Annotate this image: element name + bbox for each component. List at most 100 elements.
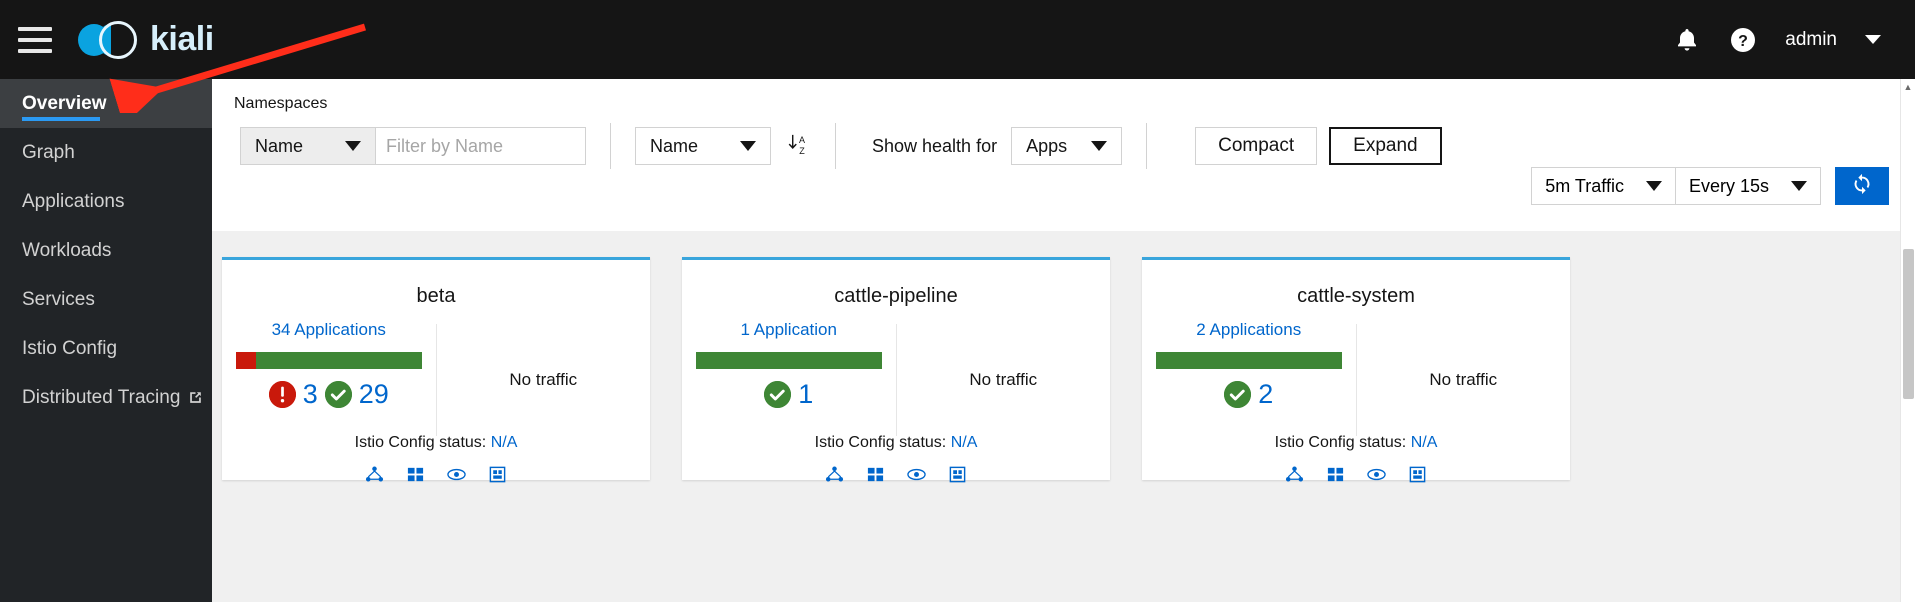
istio-config-value[interactable]: N/A bbox=[1411, 434, 1438, 451]
chevron-down-icon bbox=[1091, 141, 1108, 151]
applications-icon[interactable] bbox=[1326, 465, 1345, 489]
expand-button[interactable]: Expand bbox=[1329, 127, 1442, 165]
error-badge-icon bbox=[268, 381, 296, 408]
traffic-status: No traffic bbox=[1429, 370, 1498, 389]
sidebar-item-label: Services bbox=[22, 288, 95, 310]
namespace-card[interactable]: cattle-pipeline 1 Application 1 No traff… bbox=[682, 257, 1110, 483]
namespace-name: cattle-system bbox=[1297, 285, 1415, 307]
services-icon[interactable] bbox=[907, 465, 926, 489]
refresh-interval-dropdown[interactable]: Every 15s bbox=[1675, 167, 1821, 205]
svg-text:Z: Z bbox=[799, 146, 805, 156]
vertical-scrollbar[interactable]: ▲ bbox=[1900, 79, 1915, 602]
filter-type-value: Name bbox=[255, 135, 304, 156]
chevron-down-icon[interactable] bbox=[1865, 35, 1881, 44]
sidebar-item-services[interactable]: Services bbox=[0, 275, 212, 324]
applications-icon[interactable] bbox=[406, 465, 425, 489]
sidebar-item-label: Workloads bbox=[22, 239, 112, 261]
health-for-dropdown[interactable]: Apps bbox=[1011, 127, 1123, 165]
chevron-down-icon bbox=[1645, 181, 1662, 191]
refresh-button[interactable] bbox=[1835, 167, 1889, 205]
chevron-down-icon bbox=[345, 141, 361, 151]
toolbar-divider bbox=[610, 123, 611, 169]
graph-icon[interactable] bbox=[1285, 465, 1304, 489]
filter-type-dropdown[interactable]: Name bbox=[240, 127, 376, 165]
hamburger-icon[interactable] bbox=[18, 26, 52, 53]
sidebar-item-label: Overview bbox=[22, 92, 107, 114]
services-icon[interactable] bbox=[447, 465, 466, 489]
applications-link[interactable]: 34 Applications bbox=[272, 320, 386, 340]
istio-config-value[interactable]: N/A bbox=[951, 434, 978, 451]
traffic-range-dropdown[interactable]: 5m Traffic bbox=[1531, 167, 1676, 205]
refresh-interval-value: Every 15s bbox=[1688, 175, 1769, 196]
applications-link[interactable]: 2 Applications bbox=[1196, 320, 1301, 340]
sidebar-item-workloads[interactable]: Workloads bbox=[0, 226, 212, 275]
healthy-badge-icon bbox=[764, 381, 792, 408]
brand-logo[interactable]: kiali bbox=[78, 19, 214, 61]
sidebar-item-applications[interactable]: Applications bbox=[0, 177, 212, 226]
toolbar-divider bbox=[835, 123, 836, 169]
error-count: 3 bbox=[302, 379, 318, 409]
health-bar bbox=[1155, 352, 1342, 369]
traffic-status: No traffic bbox=[509, 370, 578, 389]
brand-name: kiali bbox=[150, 20, 214, 58]
traffic-range-value: 5m Traffic bbox=[1545, 175, 1624, 196]
sort-by-dropdown[interactable]: Name bbox=[635, 127, 771, 165]
filter-row: Name Name A Z Show health for Apps bbox=[212, 123, 1915, 169]
scrollbar-thumb[interactable] bbox=[1903, 249, 1914, 399]
sidebar-item-distributed-tracing[interactable]: Distributed Tracing bbox=[0, 373, 212, 422]
sidebar-item-istio-config[interactable]: Istio Config bbox=[0, 324, 212, 373]
time-controls: 5m Traffic Every 15s bbox=[1531, 167, 1889, 205]
workloads-icon[interactable] bbox=[488, 465, 507, 489]
username-label[interactable]: admin bbox=[1785, 29, 1837, 51]
workloads-icon[interactable] bbox=[948, 465, 967, 489]
namespace-card[interactable]: cattle-system 2 Applications 2 No traffi… bbox=[1142, 257, 1570, 483]
healthy-count: 1 bbox=[798, 379, 814, 409]
card-action-icons bbox=[222, 465, 650, 489]
istio-config-label: Istio Config status: bbox=[1274, 434, 1407, 451]
sidebar-item-label: Applications bbox=[22, 190, 125, 212]
sidebar-item-overview[interactable]: Overview bbox=[0, 79, 212, 128]
healthy-count: 29 bbox=[358, 379, 389, 409]
card-action-icons bbox=[682, 465, 1110, 489]
health-bar bbox=[695, 352, 882, 369]
sort-by-value: Name bbox=[650, 135, 699, 156]
istio-config-label: Istio Config status: bbox=[814, 434, 947, 451]
sidebar-item-label: Istio Config bbox=[22, 337, 118, 359]
namespace-card[interactable]: beta 34 Applications 3 29 No traffic Ist… bbox=[222, 257, 650, 483]
istio-config-label: Istio Config status: bbox=[354, 434, 487, 451]
applications-link[interactable]: 1 Application bbox=[741, 320, 837, 340]
graph-icon[interactable] bbox=[825, 465, 844, 489]
namespaces-label: Namespaces bbox=[234, 95, 328, 112]
svg-text:?: ? bbox=[1738, 33, 1748, 50]
bell-icon[interactable] bbox=[1673, 26, 1701, 54]
health-counts: 2 bbox=[1224, 379, 1273, 410]
health-bar-healthy bbox=[1155, 352, 1342, 369]
sidebar-item-label: Graph bbox=[22, 141, 75, 163]
filter-by-name-input[interactable] bbox=[376, 127, 586, 165]
toolbar-divider bbox=[1146, 123, 1148, 169]
sidebar-item-graph[interactable]: Graph bbox=[0, 128, 212, 177]
health-bar bbox=[235, 352, 422, 369]
health-counts: 3 29 bbox=[268, 379, 389, 410]
help-circle-icon[interactable]: ? bbox=[1729, 26, 1757, 54]
services-icon[interactable] bbox=[1367, 465, 1386, 489]
masthead: kiali ? admin bbox=[0, 0, 1915, 79]
healthy-badge-icon bbox=[1224, 381, 1252, 408]
health-bar-error bbox=[235, 352, 257, 369]
card-action-icons bbox=[1142, 465, 1570, 489]
compact-button[interactable]: Compact bbox=[1195, 127, 1318, 165]
sort-alpha-down-icon[interactable]: A Z bbox=[785, 131, 811, 162]
kiali-logo-icon bbox=[78, 19, 138, 61]
healthy-count: 2 bbox=[1258, 379, 1274, 409]
chevron-down-icon bbox=[1791, 181, 1807, 191]
scroll-up-icon[interactable]: ▲ bbox=[1901, 79, 1915, 94]
applications-icon[interactable] bbox=[866, 465, 885, 489]
graph-icon[interactable] bbox=[365, 465, 384, 489]
namespace-cards: beta 34 Applications 3 29 No traffic Ist… bbox=[212, 231, 1915, 483]
workloads-icon[interactable] bbox=[1408, 465, 1427, 489]
healthy-badge-icon bbox=[324, 381, 352, 408]
istio-config-value[interactable]: N/A bbox=[491, 434, 518, 451]
toolbar: Namespaces Name Name A Z Show health f bbox=[212, 79, 1915, 231]
show-health-for-label: Show health for bbox=[872, 135, 998, 156]
sync-icon bbox=[1851, 173, 1873, 200]
